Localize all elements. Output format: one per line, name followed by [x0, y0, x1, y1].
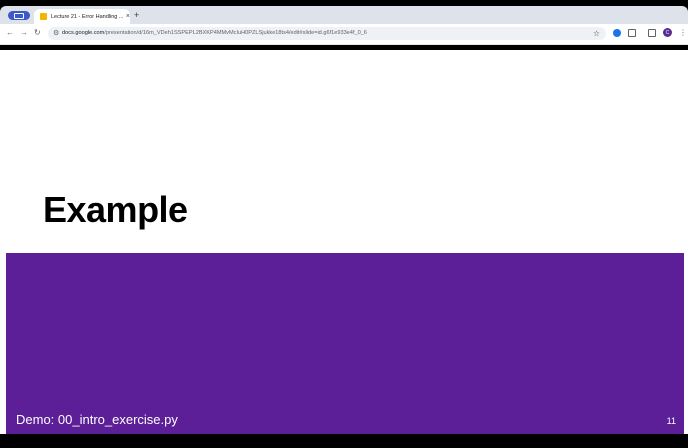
slide-title: Example — [43, 189, 188, 230]
slides-favicon-icon — [40, 13, 47, 20]
tab-group-icon — [14, 12, 24, 19]
tab-title: Lecture 21 - Error Handling ... — [51, 13, 123, 20]
url-path: /presentation/d/16m_VDeh1SSPEPL2BXKP4MMv… — [104, 30, 367, 36]
forward-button[interactable]: → — [20, 28, 28, 38]
slide-footer-band: Demo: 00_intro_exercise.py 11 — [6, 253, 684, 434]
browser-toolbar: ← → ↻ ⚙ docs.google.com/presentation/d/1… — [0, 24, 688, 45]
side-panel-icon[interactable] — [648, 29, 656, 37]
slide-canvas[interactable]: Example Demo: 00_intro_exercise.py 11 — [0, 50, 688, 434]
browser-window: Lecture 21 - Error Handling ... × + ← → … — [0, 6, 688, 448]
new-tab-button[interactable]: + — [134, 10, 139, 20]
profile-avatar[interactable]: C — [663, 28, 672, 37]
tab-group-chip[interactable] — [8, 11, 30, 20]
url-domain: docs.google.com — [62, 30, 105, 36]
slide-number: 11 — [666, 416, 676, 426]
reload-button[interactable]: ↻ — [34, 28, 41, 38]
browser-tab-active[interactable]: Lecture 21 - Error Handling ... × — [34, 9, 130, 24]
back-button[interactable]: ← — [6, 28, 14, 38]
bookmark-star-icon[interactable]: ☆ — [593, 28, 600, 39]
demo-label: Demo: 00_intro_exercise.py — [16, 412, 178, 427]
tab-strip: Lecture 21 - Error Handling ... × + — [0, 6, 688, 24]
address-bar[interactable]: ⚙ docs.google.com/presentation/d/16m_VDe… — [48, 27, 606, 40]
browser-menu-icon[interactable]: ⋮ — [679, 27, 687, 38]
extension-icon[interactable] — [613, 29, 621, 37]
extensions-puzzle-icon[interactable] — [628, 29, 636, 37]
tab-close-icon[interactable]: × — [126, 13, 130, 20]
presentation-stage: Example Demo: 00_intro_exercise.py 11 — [0, 45, 688, 443]
address-url[interactable]: docs.google.com/presentation/d/16m_VDeh1… — [62, 30, 367, 37]
site-info-icon[interactable]: ⚙ — [53, 29, 59, 38]
